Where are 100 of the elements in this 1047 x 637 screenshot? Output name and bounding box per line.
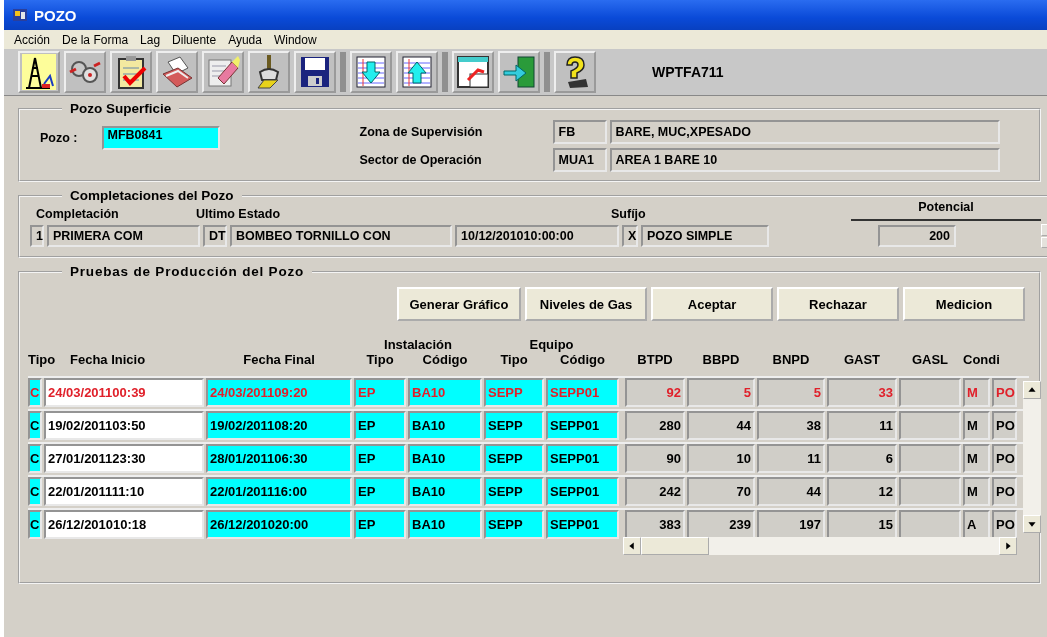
table-cell[interactable]: [899, 411, 961, 440]
table-cell[interactable]: EP: [354, 444, 406, 473]
table-cell[interactable]: SEPP01: [546, 444, 619, 473]
menu-item[interactable]: De la Forma: [62, 32, 129, 47]
table-cell[interactable]: [899, 444, 961, 473]
toolbar-button[interactable]: [18, 51, 60, 93]
toolbar-button[interactable]: [554, 51, 596, 93]
table-cell[interactable]: 11: [827, 411, 897, 440]
status-code-field[interactable]: DT: [203, 225, 227, 247]
toolbar-button[interactable]: [294, 51, 336, 93]
table-cell[interactable]: PO: [992, 411, 1017, 440]
table-cell[interactable]: 10: [687, 444, 755, 473]
table-cell[interactable]: EP: [354, 477, 406, 506]
table-cell[interactable]: 6: [827, 444, 897, 473]
table-cell[interactable]: 44: [757, 477, 825, 506]
toolbar-button[interactable]: [110, 51, 152, 93]
table-cell[interactable]: 90: [625, 444, 685, 473]
menu-item[interactable]: Lag: [140, 32, 161, 47]
table-cell[interactable]: BA10: [408, 477, 482, 506]
table-cell[interactable]: 38: [757, 411, 825, 440]
table-cell[interactable]: 239: [687, 510, 755, 539]
table-cell[interactable]: SEPP01: [546, 411, 619, 440]
table-cell[interactable]: M: [963, 411, 990, 440]
menu-item[interactable]: Acción: [14, 32, 51, 47]
date-field[interactable]: 10/12/201010:00:00: [455, 225, 619, 247]
table-cell[interactable]: 28/01/201106:30: [206, 444, 352, 473]
suffix-code-field[interactable]: X: [622, 225, 638, 247]
table-cell[interactable]: C: [28, 411, 42, 440]
table-cell[interactable]: 24/03/201109:20: [206, 378, 352, 407]
table-cell[interactable]: EP: [354, 378, 406, 407]
table-cell[interactable]: 27/01/201123:30: [44, 444, 204, 473]
table-cell[interactable]: 26/12/201010:18: [44, 510, 204, 539]
table-cell[interactable]: [899, 477, 961, 506]
menu-item[interactable]: Diluente: [172, 32, 217, 47]
table-cell[interactable]: 197: [757, 510, 825, 539]
table-cell[interactable]: EP: [354, 510, 406, 539]
menu-item[interactable]: Ayuda: [228, 32, 262, 47]
table-cell[interactable]: EP: [354, 411, 406, 440]
action-button[interactable]: Niveles de Gas: [525, 287, 647, 321]
column-header: BBPD: [701, 352, 741, 367]
table-cell[interactable]: BA10: [408, 510, 482, 539]
action-button[interactable]: Generar Gráfico: [397, 287, 521, 321]
well-field[interactable]: MFB0841: [101, 126, 220, 150]
table-cell[interactable]: PO: [992, 444, 1017, 473]
completion-field[interactable]: PRIMERA COM: [47, 225, 200, 247]
table-cell[interactable]: C: [28, 477, 42, 506]
suffix-field[interactable]: POZO SIMPLE: [641, 225, 769, 247]
action-button[interactable]: Medicion: [903, 287, 1025, 321]
number-field[interactable]: 1: [30, 225, 44, 247]
table-cell[interactable]: C: [28, 444, 42, 473]
table-cell[interactable]: BA10: [408, 444, 482, 473]
code-field[interactable]: MUA1: [552, 148, 607, 172]
horizontal-scrollbar[interactable]: [623, 537, 1017, 555]
table-cell[interactable]: 12: [827, 477, 897, 506]
table-cell[interactable]: 280: [625, 411, 685, 440]
status-field[interactable]: BOMBEO TORNILLO CON: [230, 225, 452, 247]
table-cell[interactable]: SEPP: [484, 444, 544, 473]
table-cell[interactable]: C: [28, 378, 42, 407]
table-cell[interactable]: 383: [625, 510, 685, 539]
code-field[interactable]: FB: [552, 120, 607, 144]
description-field[interactable]: BARE, MUC,XPESADO: [609, 120, 1000, 144]
table-cell[interactable]: SEPP01: [546, 378, 619, 407]
potential-field[interactable]: 200: [878, 225, 956, 247]
table-cell[interactable]: 44: [687, 411, 755, 440]
table-cell[interactable]: PO: [992, 477, 1017, 506]
table-cell[interactable]: SEPP: [484, 378, 544, 407]
action-button[interactable]: Aceptar: [651, 287, 773, 321]
scroll-thumb[interactable]: [641, 537, 709, 555]
table-cell[interactable]: 19/02/201108:20: [206, 411, 352, 440]
table-cell[interactable]: C: [28, 510, 42, 539]
table-cell[interactable]: 24/03/201100:39: [44, 378, 204, 407]
table-cell[interactable]: A: [963, 510, 990, 539]
table-cell[interactable]: 11: [757, 444, 825, 473]
action-button[interactable]: Rechazar: [777, 287, 899, 321]
table-cell[interactable]: SEPP01: [546, 477, 619, 506]
table-cell[interactable]: 15: [827, 510, 897, 539]
table-cell[interactable]: 19/02/201103:50: [44, 411, 204, 440]
table-cell[interactable]: BA10: [408, 411, 482, 440]
table-cell[interactable]: BA10: [408, 378, 482, 407]
description-field[interactable]: AREA 1 BARE 10: [609, 148, 1000, 172]
table-cell[interactable]: M: [963, 477, 990, 506]
toolbar-button[interactable]: [248, 51, 290, 93]
table-cell[interactable]: 22/01/201111:10: [44, 477, 204, 506]
table-cell[interactable]: [899, 510, 961, 539]
table-cell[interactable]: SEPP: [484, 510, 544, 539]
table-cell[interactable]: PO: [992, 510, 1017, 539]
table-cell[interactable]: 242: [625, 477, 685, 506]
table-cell[interactable]: [899, 378, 961, 407]
menu-item[interactable]: Window: [273, 32, 317, 47]
toolbar-button[interactable]: [452, 51, 494, 93]
vertical-scrollbar[interactable]: [1023, 381, 1041, 533]
table-cell[interactable]: 70: [687, 477, 755, 506]
table-cell[interactable]: 26/12/201020:00: [206, 510, 352, 539]
toolbar-button[interactable]: [156, 51, 198, 93]
table-cell[interactable]: 22/01/201116:00: [206, 477, 352, 506]
table-cell[interactable]: SEPP: [484, 477, 544, 506]
table-cell[interactable]: SEPP: [484, 411, 544, 440]
table-cell[interactable]: SEPP01: [546, 510, 619, 539]
table-cell[interactable]: M: [963, 444, 990, 473]
toolbar-button[interactable]: [64, 51, 106, 93]
